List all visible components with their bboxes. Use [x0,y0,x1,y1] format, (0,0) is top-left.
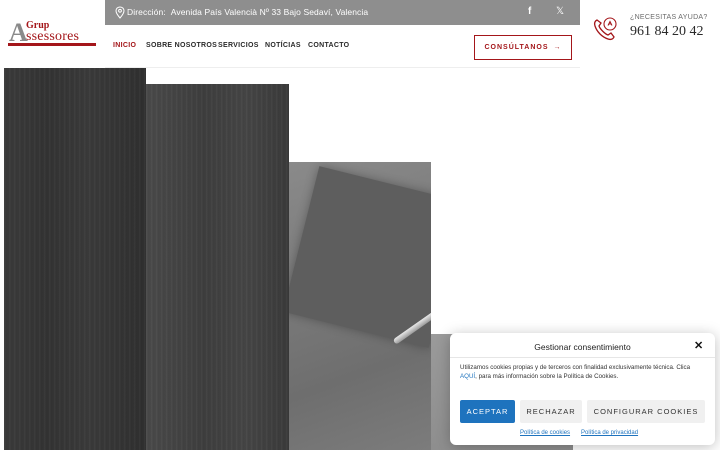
main-nav: INICIO SOBRE NOSOTROS SERVICIOS NOTÍCIAS… [105,25,580,68]
notebook-image [289,166,431,348]
address-text: Dirección: Avenida País Valencià Nº 33 B… [127,7,368,17]
consultanos-label: CONSÚLTANOS [484,44,549,51]
consent-title: Gestionar consentimiento [534,342,631,352]
x-icon[interactable]: 𝕏 [556,6,564,17]
address-label: Dirección: [127,7,166,17]
top-bar: Dirección: Avenida País Valencià Nº 33 B… [105,0,580,25]
facebook-icon[interactable]: f [528,6,531,17]
reject-button[interactable]: RECHAZAR [520,400,582,423]
consent-divider [450,357,715,358]
configure-cookies-button[interactable]: CONFIGURAR COOKIES [587,400,705,423]
cookie-policy-link[interactable]: Política de cookies [520,430,570,436]
logo-underline [8,43,96,46]
nav-item-sobre-nosotros[interactable]: SOBRE NOSOTROS [146,42,217,49]
consent-more-info-link[interactable]: AQUÍ [460,373,475,380]
page: A Grup ssessores Dirección: Avenida País… [0,0,720,450]
help-contact: ¿NECESITAS AYUDA? 961 84 20 42 [580,0,720,68]
nav-item-servicios[interactable]: SERVICIOS [218,42,259,49]
privacy-policy-link[interactable]: Política de privacidad [581,430,638,436]
consultanos-button[interactable]: CONSÚLTANOS → [474,35,572,60]
arrow-right-icon: → [553,44,562,51]
close-icon[interactable]: ✕ [694,341,703,352]
nav-item-contacto[interactable]: CONTACTO [308,42,349,49]
accept-button[interactable]: ACEPTAR [460,400,515,423]
phone-support-icon[interactable] [591,15,619,43]
help-question: ¿NECESITAS AYUDA? [630,14,708,21]
consent-text-after: , para más información sobre la Política… [475,373,619,380]
consent-text: Utilizamos cookies propias y de terceros… [460,363,705,381]
nav-item-inicio[interactable]: INICIO [113,42,136,49]
hero-panel-2 [146,84,289,450]
hero-panel-3 [289,162,431,450]
hero-panel-1 [4,68,146,450]
logo[interactable]: A Grup ssessores [0,0,105,68]
address-value: Avenida País Valencià Nº 33 Bajo Sedaví,… [170,7,369,17]
map-pin-icon [115,6,125,19]
consent-text-before: Utilizamos cookies propias y de terceros… [460,364,691,371]
cookie-consent-dialog: Gestionar consentimiento ✕ Utilizamos co… [450,333,715,445]
help-phone-number[interactable]: 961 84 20 42 [630,24,704,40]
nav-item-noticias[interactable]: NOTÍCIAS [265,42,301,49]
